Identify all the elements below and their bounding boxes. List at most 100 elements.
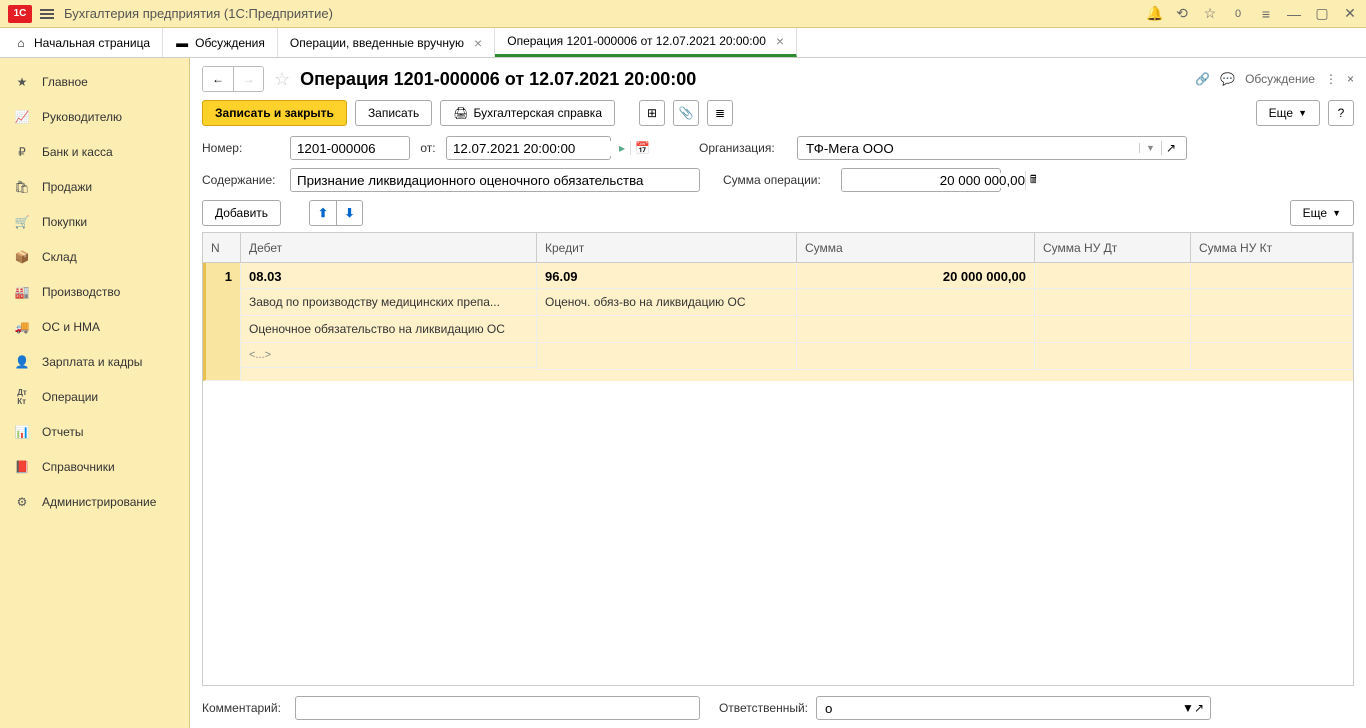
cell-debit-sub1[interactable]: Завод по производству медицинских препа.… — [241, 289, 537, 316]
cell-empty — [1035, 316, 1191, 343]
sidebar-item-label: Главное — [42, 75, 88, 89]
sidebar-item-operations[interactable]: ДтКтОперации — [0, 379, 189, 414]
app-title: Бухгалтерия предприятия (1С:Предприятие) — [64, 6, 1146, 21]
discuss-icon[interactable]: 💬 — [1220, 72, 1235, 86]
cell-nud[interactable] — [1035, 263, 1191, 289]
maximize-icon[interactable]: ▢ — [1314, 5, 1330, 22]
favorite-icon[interactable]: ☆ — [274, 69, 290, 90]
back-button[interactable]: ← — [203, 67, 233, 91]
open-icon[interactable]: ↗ — [1161, 141, 1180, 155]
chat-icon: ▬ — [175, 36, 189, 50]
forward-button[interactable]: → — [233, 67, 263, 91]
sidebar-item-admin[interactable]: ⚙Администрирование — [0, 484, 189, 519]
cell-nuk[interactable] — [1191, 263, 1353, 289]
tab-close-icon[interactable]: × — [776, 33, 784, 49]
close-icon[interactable]: ✕ — [1342, 5, 1358, 22]
close-content-icon[interactable]: × — [1347, 72, 1354, 86]
more-icon[interactable]: ⋮ — [1325, 72, 1337, 86]
cell-empty — [1191, 343, 1353, 370]
gear-icon: ⚙ — [14, 494, 30, 510]
resp-input[interactable] — [823, 701, 1182, 716]
org-input[interactable] — [804, 141, 1139, 156]
sidebar-item-stock[interactable]: 📦Склад — [0, 239, 189, 274]
tab-label: Операция 1201-000006 от 12.07.2021 20:00… — [507, 34, 766, 48]
move-up-button[interactable]: ⬆ — [310, 201, 336, 225]
col-n[interactable]: N — [203, 233, 241, 262]
cell-empty — [537, 316, 797, 343]
cell-debit-acc[interactable]: 08.03 — [241, 263, 537, 289]
history-icon[interactable]: ⟲ — [1174, 5, 1190, 22]
sod-field[interactable] — [290, 168, 700, 192]
sidebar-item-salary[interactable]: 👤Зарплата и кадры — [0, 344, 189, 379]
col-sum[interactable]: Сумма — [797, 233, 1035, 262]
add-button[interactable]: Добавить — [202, 200, 281, 226]
tab-operations[interactable]: Операции, введенные вручную × — [278, 28, 495, 57]
number-field[interactable] — [290, 136, 410, 160]
sidebar-item-sales[interactable]: 🛍Продажи — [0, 169, 189, 204]
org-field[interactable]: ▼ ↗ — [797, 136, 1187, 160]
save-button[interactable]: Записать — [355, 100, 432, 126]
star-icon[interactable]: ☆ — [1202, 5, 1218, 22]
calendar-icon[interactable]: 📅 — [630, 141, 654, 155]
sidebar-item-production[interactable]: 🏭Производство — [0, 274, 189, 309]
cell-empty — [797, 289, 1035, 316]
sum-field[interactable]: 🖩 — [841, 168, 1001, 192]
open-icon[interactable]: ↗ — [1194, 701, 1204, 715]
cell-empty — [797, 316, 1035, 343]
sidebar: ★Главное 📈Руководителю ₽Банк и касса 🛍Пр… — [0, 58, 190, 728]
cell-debit-sub2[interactable]: Оценочное обязательство на ликвидацию ОС — [241, 316, 537, 343]
person-icon: 👤 — [14, 354, 30, 370]
tab-operation-doc[interactable]: Операция 1201-000006 от 12.07.2021 20:00… — [495, 28, 797, 57]
menu-icon[interactable] — [40, 9, 54, 19]
tree-button[interactable]: ⊞ — [639, 100, 665, 126]
sidebar-item-manager[interactable]: 📈Руководителю — [0, 99, 189, 134]
bell-icon[interactable]: 🔔 — [1146, 5, 1162, 22]
report-button[interactable]: Бухгалтерская справка — [440, 100, 615, 126]
col-debit[interactable]: Дебет — [241, 233, 537, 262]
number-label: Номер: — [202, 141, 282, 155]
save-close-button[interactable]: Записать и закрыть — [202, 100, 347, 126]
comment-field[interactable] — [295, 696, 700, 720]
list-button[interactable]: ≣ — [707, 100, 733, 126]
table-more-button[interactable]: Еще ▼ — [1290, 200, 1354, 226]
more-button[interactable]: Еще ▼ — [1256, 100, 1320, 126]
move-down-button[interactable]: ⬇ — [336, 201, 362, 225]
sidebar-item-purchases[interactable]: 🛒Покупки — [0, 204, 189, 239]
link-icon[interactable]: 🔗 — [1195, 72, 1210, 86]
cell-credit-sub1[interactable]: Оценоч. обяз-во на ликвидацию ОС — [537, 289, 797, 316]
sidebar-item-main[interactable]: ★Главное — [0, 64, 189, 99]
table-row[interactable]: 1 08.03 Завод по производству медицински… — [203, 263, 1353, 381]
minimize-icon[interactable]: — — [1286, 6, 1302, 22]
cell-debit-sub3[interactable]: <...> — [241, 343, 537, 368]
dropdown-icon[interactable]: ▼ — [1182, 701, 1194, 715]
bag-icon: 🛍 — [14, 179, 30, 195]
sidebar-item-label: Операции — [42, 390, 98, 404]
sidebar-item-assets[interactable]: 🚚ОС и НМА — [0, 309, 189, 344]
sidebar-item-reports[interactable]: 📊Отчеты — [0, 414, 189, 449]
book-icon: 📕 — [14, 459, 30, 475]
tab-discussions[interactable]: ▬ Обсуждения — [163, 28, 278, 57]
conduct-icon[interactable]: ▸ — [619, 141, 633, 155]
col-nud[interactable]: Сумма НУ Дт — [1035, 233, 1191, 262]
help-button[interactable]: ? — [1328, 100, 1354, 126]
col-nuk[interactable]: Сумма НУ Кт — [1191, 233, 1353, 262]
col-credit[interactable]: Кредит — [537, 233, 797, 262]
zero-icon[interactable]: 0 — [1230, 8, 1246, 20]
tab-close-icon[interactable]: × — [474, 35, 482, 51]
date-input[interactable] — [453, 141, 630, 156]
date-field[interactable]: 📅 — [446, 136, 611, 160]
calc-icon[interactable]: 🖩 — [1025, 171, 1041, 190]
sum-input[interactable] — [848, 173, 1025, 188]
cell-sum[interactable]: 20 000 000,00 — [797, 263, 1035, 289]
resp-field[interactable]: ▼ ↗ — [816, 696, 1211, 720]
cell-credit-acc[interactable]: 96.09 — [537, 263, 797, 289]
filter-icon[interactable]: ≡ — [1258, 6, 1274, 22]
tab-home[interactable]: ⌂ Начальная страница — [0, 28, 163, 57]
dropdown-icon[interactable]: ▼ — [1139, 143, 1161, 153]
discuss-label[interactable]: Обсуждение — [1245, 72, 1315, 86]
more-label: Еще — [1269, 106, 1293, 120]
sidebar-item-catalogs[interactable]: 📕Справочники — [0, 449, 189, 484]
ot-label: от: — [418, 141, 438, 155]
attach-button[interactable]: 📎 — [673, 100, 699, 126]
sidebar-item-bank[interactable]: ₽Банк и касса — [0, 134, 189, 169]
